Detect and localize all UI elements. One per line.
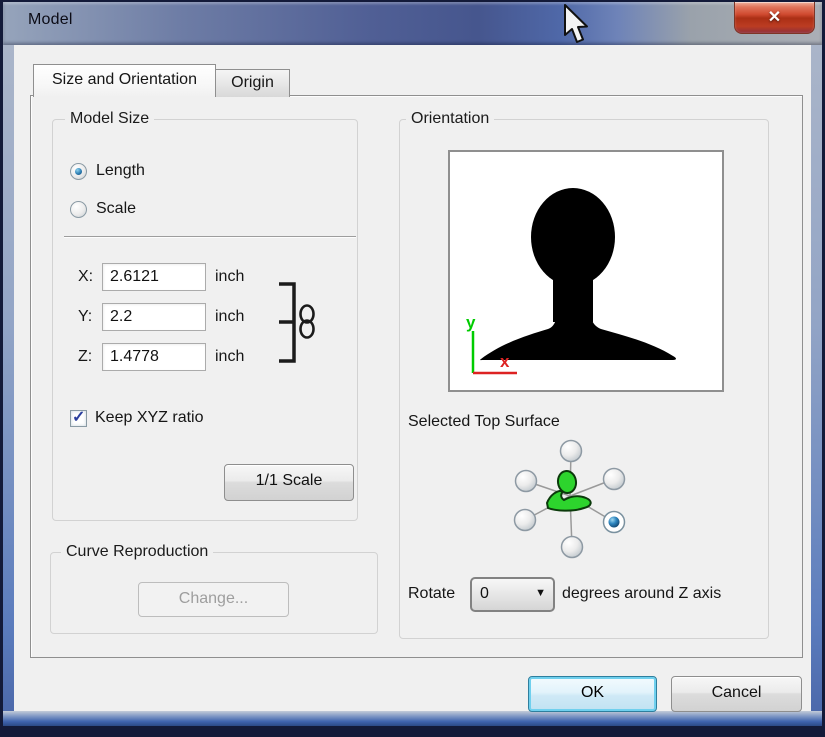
group-title: Model Size — [65, 110, 155, 128]
tab-size-and-orientation[interactable]: Size and Orientation — [33, 64, 216, 97]
window-title: Model — [28, 11, 73, 28]
group-title: Curve Reproduction — [61, 543, 214, 561]
window-frame-right — [811, 45, 822, 726]
curve-reproduction-group: Curve Reproduction — [50, 543, 378, 634]
button-label: Cancel — [711, 684, 762, 701]
group-title: Orientation — [406, 110, 495, 128]
model-size-group: Model Size — [52, 110, 358, 521]
button-label: OK — [580, 684, 605, 701]
tab-label: Origin — [231, 74, 274, 91]
orientation-group: Orientation — [399, 110, 769, 639]
close-icon: ✕ — [767, 9, 782, 26]
mouse-cursor-icon — [564, 4, 588, 43]
cancel-button[interactable]: Cancel — [671, 676, 802, 712]
ok-button[interactable]: OK — [528, 676, 657, 712]
tab-origin[interactable]: Origin — [215, 69, 290, 97]
close-button[interactable]: ✕ — [734, 2, 815, 34]
window-frame-bottom — [3, 711, 822, 726]
title-bar — [3, 2, 822, 45]
tab-label: Size and Orientation — [52, 71, 197, 88]
window-frame-left — [3, 45, 14, 726]
